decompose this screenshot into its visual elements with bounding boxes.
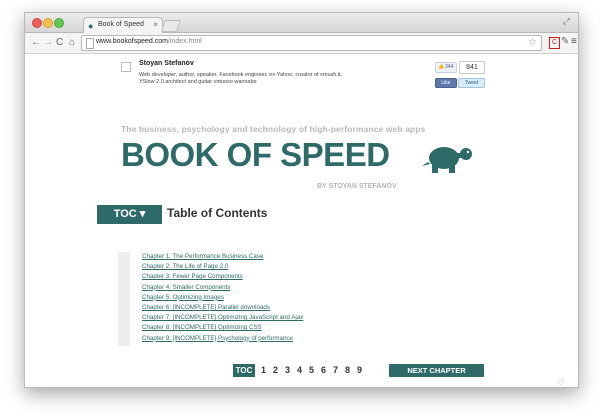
title-bar: ● Book of Speed × ⤢ bbox=[25, 13, 578, 33]
share-count: 841 bbox=[459, 61, 485, 74]
page-link-2[interactable]: 2 bbox=[273, 364, 278, 377]
page-link-7[interactable]: 7 bbox=[333, 364, 338, 377]
browser-toolbar: ← → C ⌂ www.bookofspeed.com/index.html ☆… bbox=[25, 33, 578, 54]
toc-dropdown-button[interactable]: TOC ▾ bbox=[97, 205, 162, 224]
wrench-icon[interactable]: ✎ bbox=[561, 36, 569, 47]
book-tagline: The business, psychology and technology … bbox=[121, 124, 426, 134]
turtle-logo-icon bbox=[422, 147, 472, 173]
chapter-link[interactable]: Chapter 7: [INCOMPLETE] Optimizing JavaS… bbox=[142, 313, 303, 323]
pager-toc-button[interactable]: TOC bbox=[233, 364, 255, 377]
bookmark-star-icon[interactable]: ☆ bbox=[528, 37, 537, 48]
chapter-link[interactable]: Chapter 3: Fewer Page Components bbox=[142, 272, 303, 282]
reload-icon[interactable]: C bbox=[56, 37, 63, 48]
desktop: ● Book of Speed × ⤢ ← → C ⌂ www.bookofsp… bbox=[0, 0, 600, 420]
home-icon[interactable]: ⌂ bbox=[69, 37, 75, 48]
back-arrow-icon[interactable]: ← bbox=[31, 37, 41, 48]
page-link-4[interactable]: 4 bbox=[297, 364, 302, 377]
page-content: Stoyan Stefanov Web developer, author, s… bbox=[25, 54, 578, 387]
thumbs-up-icon: 👍 bbox=[438, 64, 445, 70]
page-link-8[interactable]: 8 bbox=[345, 364, 350, 377]
address-bar[interactable]: www.bookofspeed.com/index.html ☆ bbox=[81, 35, 542, 51]
page-link-9[interactable]: 9 bbox=[357, 364, 362, 377]
toc-heading: Table of Contents bbox=[167, 206, 268, 220]
author-photo bbox=[121, 62, 131, 72]
chapter-link[interactable]: Chapter 2: The Life of Page 2.0 bbox=[142, 262, 303, 272]
zoom-window-icon[interactable] bbox=[54, 18, 64, 28]
tab-title: Book of Speed bbox=[98, 21, 144, 28]
book-byline: BY STOYAN STEFANOV bbox=[317, 183, 397, 190]
chapter-link[interactable]: Chapter 9: [INCOMPLETE] Psychology of pe… bbox=[142, 334, 303, 344]
tab-book-of-speed[interactable]: ● Book of Speed × bbox=[83, 17, 163, 33]
next-chapter-button[interactable]: NEXT CHAPTER bbox=[389, 364, 484, 377]
browser-window: ● Book of Speed × ⤢ ← → C ⌂ www.bookofsp… bbox=[24, 12, 579, 388]
url-text[interactable]: www.bookofspeed.com/index.html bbox=[96, 38, 202, 45]
author-name[interactable]: Stoyan Stefanov bbox=[139, 60, 194, 67]
book-title: BOOK OF SPEED bbox=[121, 136, 390, 173]
menu-icon[interactable]: ≡ bbox=[571, 36, 577, 47]
chapter-link[interactable]: Chapter 8: [INCOMPLETE] Optimizing CSS bbox=[142, 323, 303, 333]
page-link-6[interactable]: 6 bbox=[321, 364, 326, 377]
page-link-5[interactable]: 5 bbox=[309, 364, 314, 377]
extension-icon[interactable]: C bbox=[549, 37, 560, 49]
author-bio: Web developer, author, speaker, Facebook… bbox=[139, 72, 343, 85]
forward-arrow-icon[interactable]: → bbox=[43, 37, 53, 48]
new-tab-button[interactable] bbox=[161, 20, 181, 32]
tweet-button[interactable]: Tweet bbox=[458, 78, 485, 88]
turtle-favicon-icon: ● bbox=[88, 21, 94, 31]
minimize-window-icon[interactable] bbox=[43, 18, 53, 28]
fullscreen-icon[interactable]: ⤢ bbox=[563, 16, 570, 27]
tag-icon: ◇ bbox=[557, 376, 564, 386]
chapter-link[interactable]: Chapter 6: [INCOMPLETE] Parallel downloa… bbox=[142, 303, 303, 313]
chapter-list: Chapter 1: The Performance Business Case… bbox=[142, 252, 303, 344]
chapter-list-sidebar bbox=[118, 252, 130, 346]
close-window-icon[interactable] bbox=[32, 18, 42, 28]
page-link-3[interactable]: 3 bbox=[285, 364, 290, 377]
tab-close-icon[interactable]: × bbox=[153, 20, 158, 29]
page-link-1[interactable]: 1 bbox=[261, 364, 266, 377]
chapter-link[interactable]: Chapter 4: Smaller Components bbox=[142, 283, 303, 293]
facebook-like-button[interactable]: Like bbox=[435, 78, 457, 88]
chapter-link[interactable]: Chapter 5: Optimizing Images bbox=[142, 293, 303, 303]
like-count-badge[interactable]: 👍 344 bbox=[435, 62, 457, 73]
page-icon bbox=[86, 38, 94, 49]
chapter-link[interactable]: Chapter 1: The Performance Business Case bbox=[142, 252, 303, 262]
